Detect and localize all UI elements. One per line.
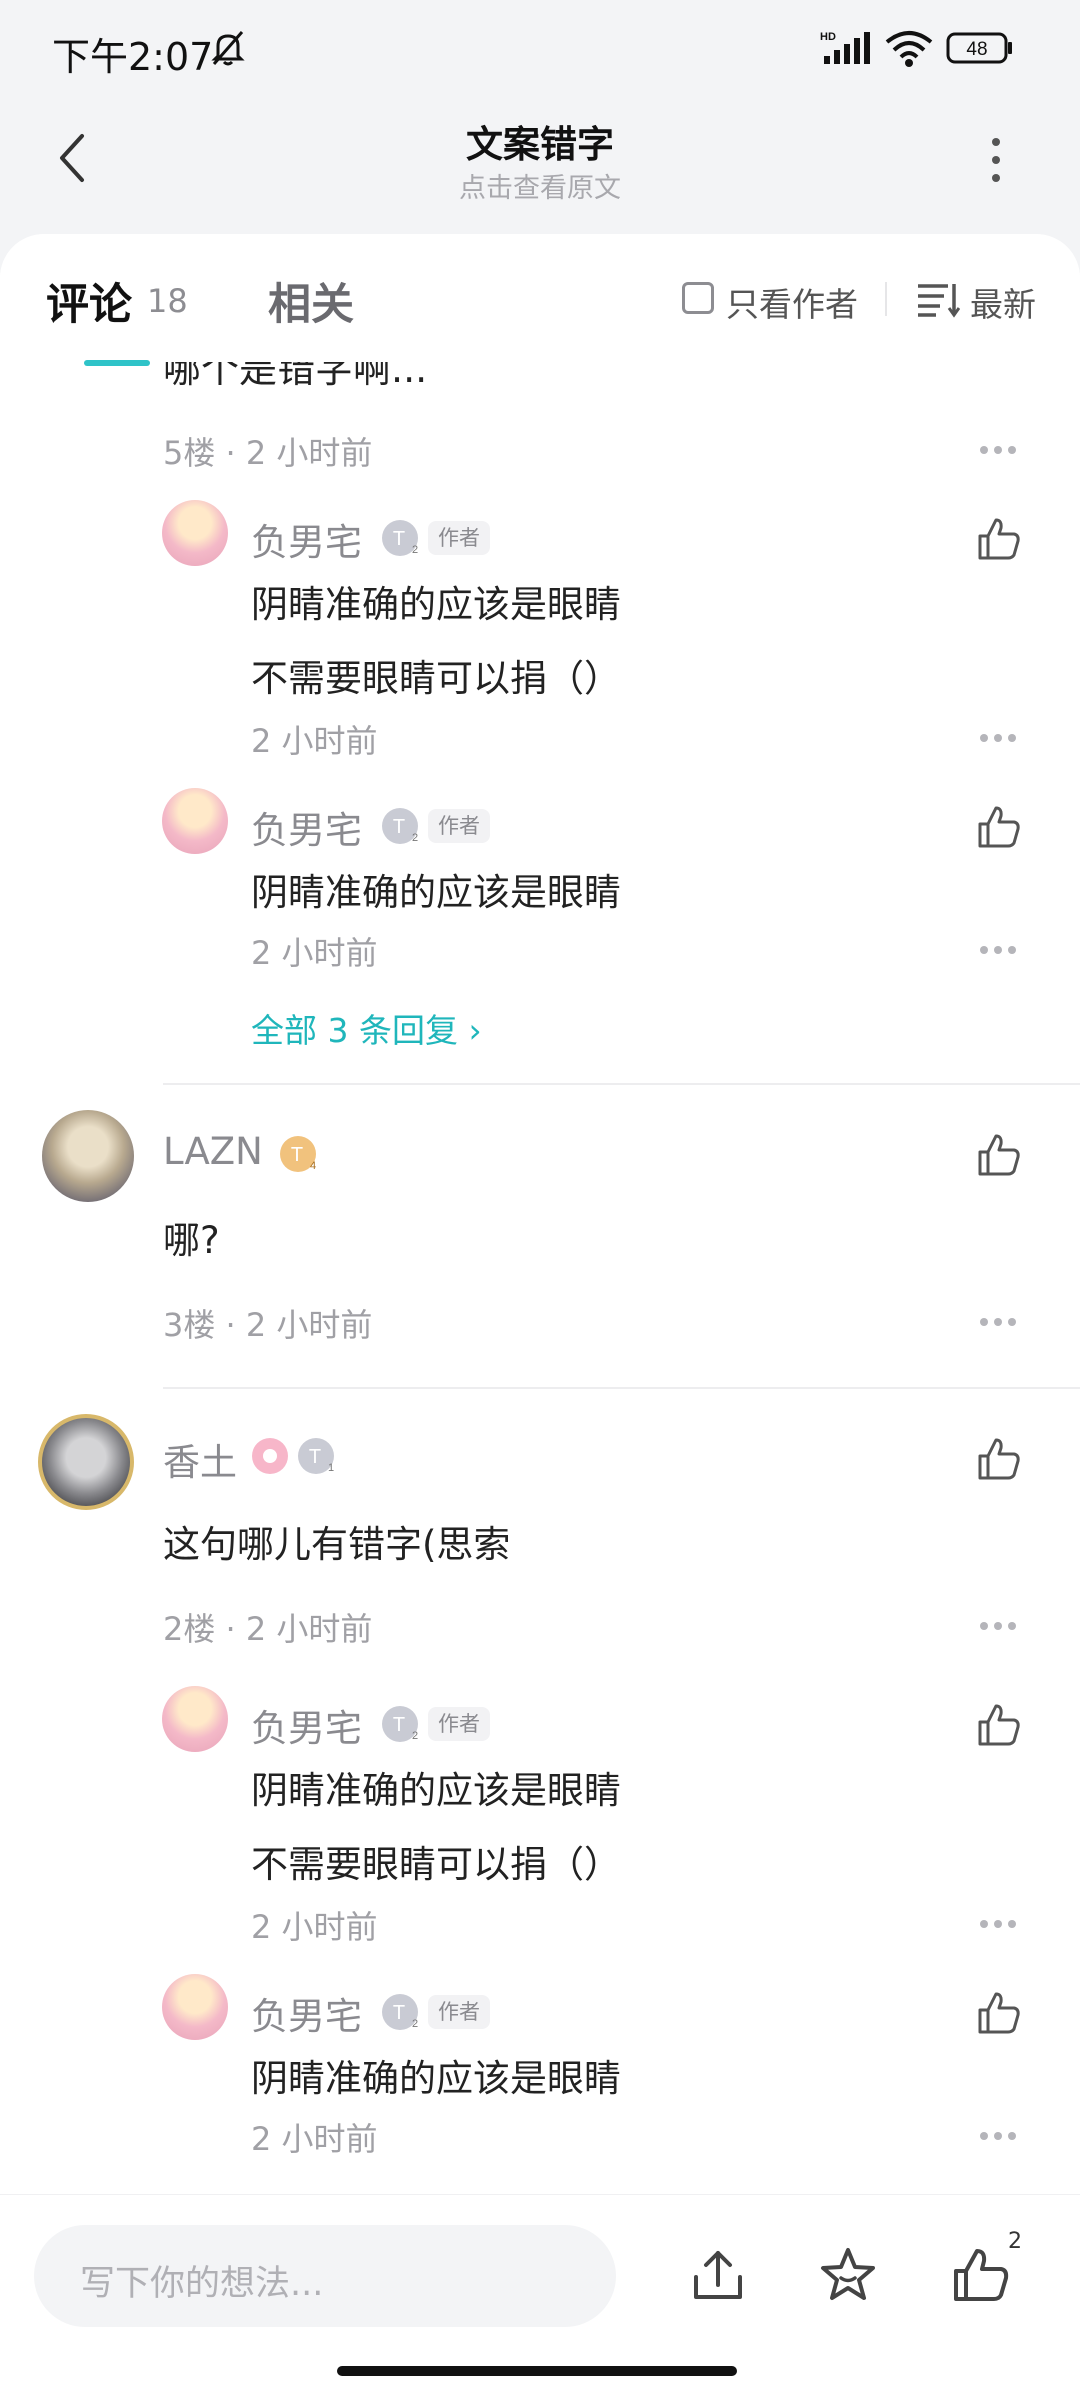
comment-meta: 5楼 · 2 小时前 <box>163 434 373 472</box>
reply-author-name[interactable]: 负男宅 <box>251 1698 362 1752</box>
level-number: 2 <box>412 832 418 844</box>
more-horizontal-icon[interactable] <box>978 1918 1018 1930</box>
like-icon[interactable] <box>950 2245 1010 2305</box>
like-count-badge: 2 <box>1008 2229 1022 2254</box>
battery-level: 48 <box>966 39 987 60</box>
level-number: 2 <box>412 1730 418 1742</box>
like-icon[interactable] <box>974 1130 1022 1178</box>
divider <box>885 282 887 316</box>
only-author-checkbox[interactable] <box>682 282 714 314</box>
share-icon[interactable] <box>688 2245 748 2305</box>
like-icon[interactable] <box>974 1988 1022 2036</box>
like-icon[interactable] <box>974 802 1022 850</box>
more-horizontal-icon[interactable] <box>978 444 1018 456</box>
more-horizontal-icon[interactable] <box>978 2130 1018 2142</box>
author-tag: 作者 <box>428 809 490 843</box>
star-icon[interactable] <box>818 2245 878 2305</box>
comment-author-name[interactable]: 香土 <box>163 1432 237 1486</box>
more-horizontal-icon[interactable] <box>978 732 1018 744</box>
level-badge-icon: T2 <box>382 1994 418 2030</box>
like-icon[interactable] <box>974 1700 1022 1748</box>
status-bar: 下午2:07 HD 48 <box>0 0 1080 96</box>
network-label: HD <box>820 31 836 43</box>
reply-text: 不需要眼睛可以捐（） <box>251 657 621 700</box>
reply-text: 阴睛准确的应该是眼睛 <box>251 871 621 914</box>
reply-text: 阴睛准确的应该是眼睛 <box>251 2057 621 2100</box>
more-horizontal-icon[interactable] <box>978 1620 1018 1632</box>
like-icon[interactable] <box>974 1434 1022 1482</box>
level-number: 2 <box>412 544 418 556</box>
bell-off-icon <box>211 31 245 66</box>
avatar[interactable] <box>42 1110 134 1202</box>
svg-text:T: T <box>393 1714 405 1736</box>
comment-feed: 哪个是错字啊... 5楼 · 2 小时前 负男宅 T2 作者 阴睛准确的应该是眼… <box>0 234 1080 2400</box>
divider <box>163 1083 1080 1085</box>
comment-author-name[interactable]: LAZN <box>163 1130 263 1173</box>
like-icon[interactable] <box>974 514 1022 562</box>
avatar[interactable] <box>162 1974 228 2040</box>
avatar[interactable] <box>38 1414 134 1510</box>
level-number: 4 <box>310 1160 316 1172</box>
svg-text:T: T <box>309 1446 321 1468</box>
author-tag: 作者 <box>428 521 490 555</box>
author-tag: 作者 <box>428 1707 490 1741</box>
author-tag: 作者 <box>428 1995 490 2029</box>
reply-text: 不需要眼睛可以捐（） <box>251 1843 621 1886</box>
svg-text:T: T <box>291 1144 303 1166</box>
reply-time: 2 小时前 <box>251 1908 378 1946</box>
level-number: 2 <box>412 2018 418 2030</box>
reply-time: 2 小时前 <box>251 722 378 760</box>
comments-panel: 评论 18 相关 只看作者 最新 哪个是错字啊... 5楼 · 2 小时前 负男… <box>0 234 1080 2400</box>
level-badge-icon: T1 <box>298 1438 334 1474</box>
comment-input[interactable]: 写下你的想法... <box>34 2225 616 2327</box>
more-horizontal-icon[interactable] <box>978 944 1018 956</box>
reply-author-name[interactable]: 负男宅 <box>251 512 362 566</box>
avatar[interactable] <box>162 788 228 854</box>
level-badge-icon: T2 <box>382 808 418 844</box>
level-badge-icon: T2 <box>382 520 418 556</box>
svg-text:T: T <box>393 528 405 550</box>
active-tab-indicator <box>84 360 150 366</box>
level-badge-icon: T4 <box>280 1136 316 1172</box>
more-horizontal-icon[interactable] <box>978 1316 1018 1328</box>
view-all-replies-link[interactable]: 全部 3 条回复 › <box>251 1004 482 1052</box>
comment-text: 这句哪儿有错字(思索 <box>163 1523 511 1566</box>
sort-newest[interactable]: 最新 <box>970 278 1036 326</box>
wifi-icon <box>885 31 933 67</box>
comment-input-placeholder: 写下你的想法... <box>80 2264 324 2304</box>
more-vertical-icon[interactable] <box>980 132 1012 188</box>
tab-related[interactable]: 相关 <box>268 270 354 332</box>
comment-meta: 3楼 · 2 小时前 <box>163 1306 373 1344</box>
comment-text: 哪? <box>163 1219 220 1262</box>
reply-time: 2 小时前 <box>251 934 378 972</box>
svg-text:T: T <box>393 2002 405 2024</box>
level-badge-icon: T2 <box>382 1706 418 1742</box>
comments-count: 18 <box>147 282 188 320</box>
avatar[interactable] <box>162 500 228 566</box>
scroll-fade <box>0 2154 1080 2190</box>
home-indicator[interactable] <box>337 2366 737 2376</box>
tab-comments[interactable]: 评论 <box>46 270 132 332</box>
divider <box>163 1387 1080 1389</box>
sort-icon[interactable] <box>916 280 960 318</box>
only-author-label[interactable]: 只看作者 <box>726 278 858 326</box>
reply-text: 阴睛准确的应该是眼睛 <box>251 1769 621 1812</box>
page-header: 文案错字 点击查看原文 <box>0 96 1080 236</box>
battery-icon: 48 <box>946 32 1012 64</box>
tab-bar: 评论 18 相关 只看作者 最新 <box>0 234 1080 362</box>
status-time: 下午2:07 <box>52 35 214 79</box>
reply-author-name[interactable]: 负男宅 <box>251 1986 362 2040</box>
svg-text:T: T <box>393 816 405 838</box>
comment-meta: 2楼 · 2 小时前 <box>163 1610 373 1648</box>
flower-badge-icon <box>252 1438 288 1474</box>
page-title[interactable]: 文案错字 <box>0 114 1080 168</box>
level-number: 1 <box>328 1462 334 1474</box>
signal-icon: HD <box>820 31 870 64</box>
reply-author-name[interactable]: 负男宅 <box>251 800 362 854</box>
view-original-link[interactable]: 点击查看原文 <box>0 166 1080 205</box>
reply-text: 阴睛准确的应该是眼睛 <box>251 583 621 626</box>
avatar[interactable] <box>162 1686 228 1752</box>
